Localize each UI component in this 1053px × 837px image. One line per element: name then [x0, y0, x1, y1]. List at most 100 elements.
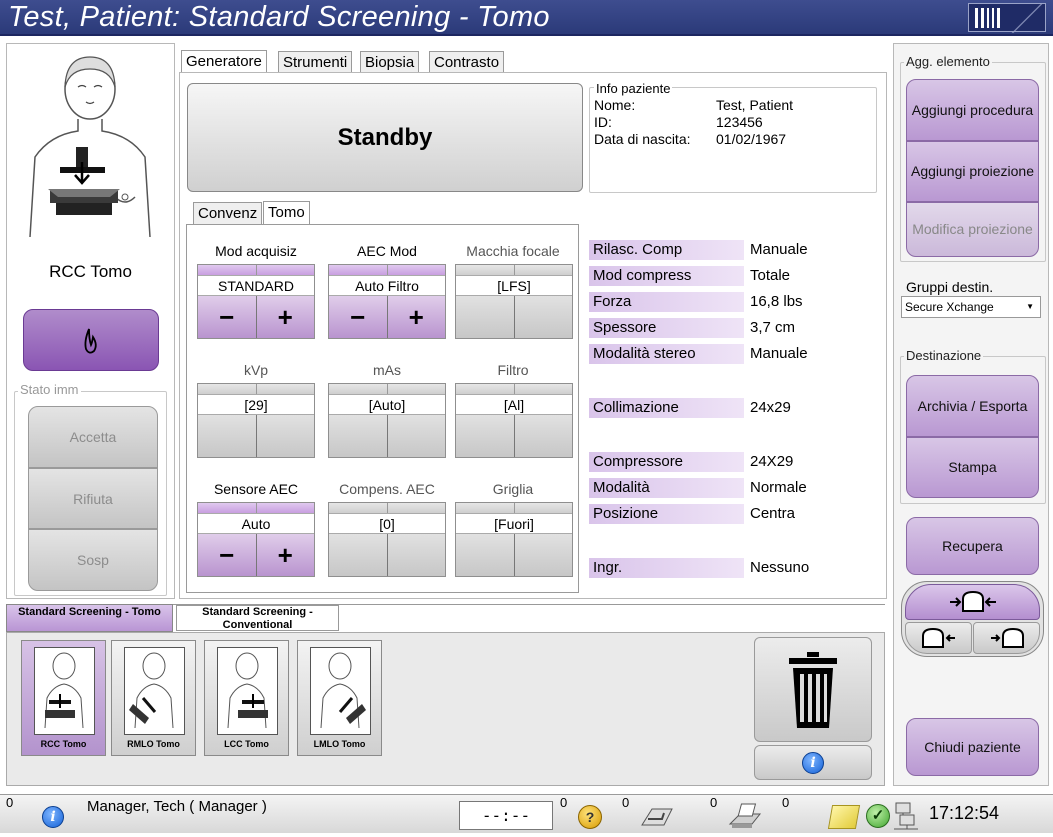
filter-minus-button	[456, 415, 515, 457]
info-row-position: Posizione Centra	[589, 504, 889, 524]
grid-value: [Fuori]	[456, 513, 572, 534]
printer-icon[interactable]	[726, 802, 764, 837]
archive-export-button[interactable]: Archivia / Esporta	[906, 375, 1039, 437]
right-release-button[interactable]	[973, 622, 1040, 654]
info-row-collimation: Collimazione 24x29	[589, 398, 889, 418]
help-icon[interactable]: ?	[578, 805, 602, 829]
add-item-label: Agg. elemento	[904, 54, 992, 69]
view-info-button[interactable]: i	[754, 745, 872, 780]
center-paddle-icon	[949, 590, 996, 612]
left-release-button[interactable]	[905, 622, 972, 654]
focal-spot-control: [LFS]	[455, 264, 573, 339]
mas-label: mAs	[373, 362, 401, 378]
retrieve-button[interactable]: Recupera	[906, 517, 1039, 575]
destination-label: Destinazione	[904, 348, 984, 363]
thumbnail-label: RCC Tomo	[40, 739, 87, 749]
aec-mode-control: Auto Filtro − +	[328, 264, 446, 339]
status-bar: 0 i Manager, Tech ( Manager ) --:-- 0 ? …	[0, 794, 1053, 833]
network-icon[interactable]	[892, 801, 920, 836]
implant-present-button[interactable]	[23, 309, 159, 371]
printer-count: 0	[710, 795, 718, 810]
tab-biopsy[interactable]: Biopsia	[360, 51, 420, 73]
kvp-plus-button	[256, 415, 314, 457]
output-groups-select[interactable]: Secure Xchange ▼	[901, 296, 1041, 318]
view-illustration	[20, 47, 160, 247]
aec-sensor-minus-button[interactable]: −	[198, 534, 257, 576]
thumbnail-label: RMLO Tomo	[127, 739, 180, 749]
thumbnail-rmlo-tomo[interactable]: RMLO Tomo	[111, 640, 196, 756]
aec-comp-minus-button	[329, 534, 388, 576]
info-icon[interactable]: i	[42, 806, 64, 828]
patient-id: 123456	[716, 114, 763, 130]
hold-button[interactable]: Sosp	[28, 529, 158, 591]
add-view-button[interactable]: Aggiungi proiezione	[906, 141, 1039, 202]
center-release-button[interactable]	[905, 584, 1040, 620]
left-paddle-icon	[921, 627, 955, 648]
notes-icon[interactable]	[827, 805, 861, 829]
reject-button[interactable]: Rifiuta	[28, 468, 158, 529]
trash-icon	[789, 651, 837, 728]
aec-sensor-label: Sensore AEC	[213, 481, 299, 497]
grid-minus-button	[456, 534, 515, 576]
add-procedure-button[interactable]: Aggiungi procedura	[906, 79, 1039, 141]
tab-tools[interactable]: Strumenti	[278, 51, 353, 73]
thumbnail-lmlo-tomo[interactable]: LMLO Tomo	[297, 640, 382, 756]
subtab-conventional[interactable]: Convenz	[193, 202, 263, 224]
patient-name: Test, Patient	[716, 97, 794, 113]
print-button[interactable]: Stampa	[906, 437, 1039, 498]
kvp-control: [29]	[197, 383, 315, 458]
patient-dob: 01/02/1967	[716, 131, 787, 147]
edit-view-button[interactable]: Modifica proiezione	[906, 202, 1039, 257]
acq-mode-minus-button[interactable]: −	[198, 296, 257, 338]
focal-spot-value: [LFS]	[456, 275, 572, 296]
patient-name-title: Test, Patient:	[8, 1, 181, 33]
grid-control: [Fuori]	[455, 502, 573, 577]
output-groups-label: Gruppi destin.	[906, 279, 994, 295]
focal-spot-minus-button	[456, 296, 515, 338]
mas-minus-button	[329, 415, 388, 457]
aec-mode-minus-button[interactable]: −	[329, 296, 388, 338]
view-name: RCC Tomo	[49, 262, 132, 281]
detector-count: 0	[622, 795, 630, 810]
close-patient-button[interactable]: Chiudi paziente	[906, 718, 1039, 776]
detector-icon[interactable]	[638, 803, 676, 836]
system-ok-icon[interactable]: ✓	[866, 804, 890, 828]
aec-comp-label: Compens. AEC	[339, 481, 435, 497]
accept-button[interactable]: Accetta	[28, 406, 158, 468]
tab-generator[interactable]: Generatore	[181, 50, 267, 73]
subtab-tomo[interactable]: Tomo	[263, 201, 310, 224]
tab-contrast[interactable]: Contrasto	[429, 51, 505, 73]
right-paddle-icon	[990, 627, 1024, 648]
help-count: 0	[560, 795, 568, 810]
mas-plus-button	[387, 415, 445, 457]
acq-mode-label: Mod acquisiz	[215, 243, 297, 259]
info-row-compressor: Compressore 24X29	[589, 452, 889, 472]
filter-value: [Al]	[456, 394, 572, 415]
filter-plus-button	[514, 415, 572, 457]
info-row-mode: Modalità Normale	[589, 478, 889, 498]
kvp-minus-button	[198, 415, 257, 457]
info-row-force: Forza 16,8 lbs	[589, 292, 889, 312]
exposure-timer: --:--	[459, 801, 553, 830]
info-icon: i	[802, 751, 824, 774]
procedure-tab-tomo[interactable]: Standard Screening - Tomo	[6, 604, 173, 632]
filter-label: Filtro	[497, 362, 529, 378]
info-row-thickness: Spessore 3,7 cm	[589, 318, 889, 338]
aec-sensor-plus-button[interactable]: +	[256, 534, 314, 576]
thumbnail-rcc-tomo[interactable]: RCC Tomo	[21, 640, 106, 756]
thumbnail-label: LMLO Tomo	[313, 739, 366, 749]
thumbnail-lcc-tomo[interactable]: LCC Tomo	[204, 640, 289, 756]
info-row-compression-release: Rilasc. Comp Manuale	[589, 240, 889, 260]
window-title: Test, Patient: Standard Screening - Tomo	[8, 1, 550, 34]
output-groups-value: Secure Xchange	[905, 300, 994, 314]
patient-id-label: ID:	[594, 114, 612, 130]
aec-mode-plus-button[interactable]: +	[387, 296, 445, 338]
acq-mode-plus-button[interactable]: +	[256, 296, 314, 338]
procedure-tab-conventional[interactable]: Standard Screening - Conventional	[176, 605, 339, 631]
mas-value: [Auto]	[329, 394, 445, 415]
delete-view-button[interactable]	[754, 637, 872, 742]
info-row-compression-mode: Mod compress Totale	[589, 266, 889, 286]
aec-mode-label: AEC Mod	[357, 243, 417, 259]
kvp-label: kVp	[243, 362, 269, 378]
focal-spot-plus-button	[514, 296, 572, 338]
